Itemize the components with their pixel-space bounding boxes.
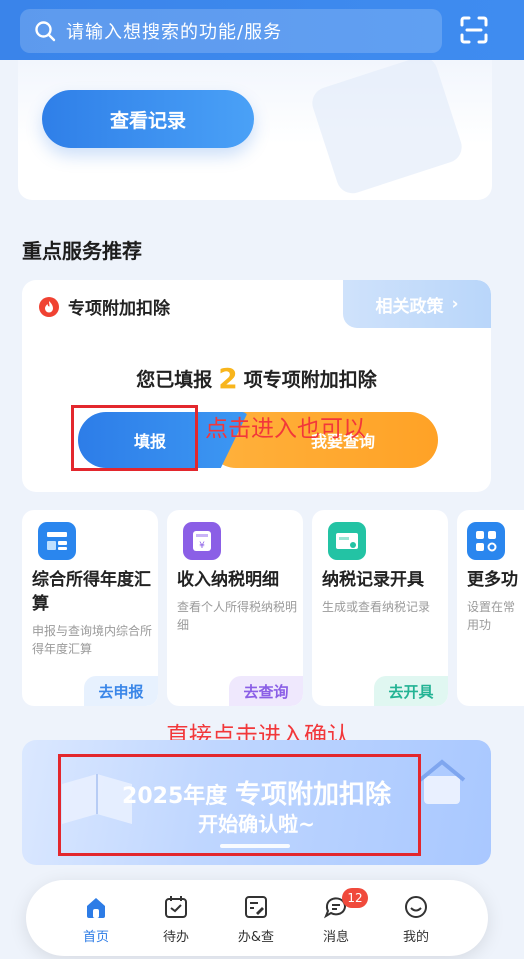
- nav-mine[interactable]: 我的: [386, 888, 446, 948]
- document-yen-icon: ¥: [183, 522, 221, 560]
- card-title: 专项附加扣除: [68, 299, 170, 319]
- service-card-income[interactable]: ¥ 收入纳税明细 查看个人所得税纳税明细 去查询: [167, 510, 303, 706]
- edit-doc-icon: [245, 896, 267, 918]
- service-action-button[interactable]: 去查询: [229, 676, 303, 706]
- bottom-navigation: 首页 待办 办&查 12 消息 我的: [26, 880, 488, 956]
- service-card-annual[interactable]: 综合所得年度汇算 申报与查询境内综合所得年度汇算 去申报: [22, 510, 158, 706]
- annotation-box-fill: [71, 405, 198, 471]
- home-icon: [87, 898, 105, 918]
- smile-icon: [405, 896, 427, 918]
- service-name: 综合所得年度汇算: [32, 570, 151, 614]
- section-title: 重点服务推荐: [22, 239, 142, 263]
- service-card-more[interactable]: 更多功 设置在常用功: [457, 510, 524, 706]
- view-records-button[interactable]: 查看记录: [42, 90, 254, 148]
- search-input[interactable]: 请输入想搜索的功能/服务: [66, 18, 282, 44]
- annotation-box-banner: [58, 754, 421, 856]
- related-policy-label: 相关政策: [375, 296, 444, 317]
- filled-count: 2: [218, 362, 238, 395]
- nav-handle-query[interactable]: 办&查: [226, 888, 286, 948]
- scan-icon[interactable]: [458, 14, 490, 46]
- service-action-button[interactable]: 去开具: [374, 676, 448, 706]
- service-card-record[interactable]: 纳税记录开具 生成或查看纳税记录 去开具: [312, 510, 448, 706]
- nav-messages[interactable]: 12 消息: [306, 888, 368, 948]
- calculator-icon: [38, 522, 76, 560]
- service-name: 收入纳税明细: [177, 570, 279, 590]
- service-desc: 生成或查看纳税记录: [322, 600, 431, 614]
- svg-text:¥: ¥: [199, 541, 205, 551]
- certificate-icon: [328, 522, 366, 560]
- related-policy-button[interactable]: 相关政策 ›: [343, 280, 491, 328]
- service-desc: 查看个人所得税纳税明细: [177, 600, 298, 632]
- annotation-note-1: 点击进入也可以: [205, 416, 366, 442]
- flame-icon: [39, 296, 59, 317]
- chevron-right-icon: ›: [451, 294, 459, 314]
- service-name: 更多功: [467, 570, 518, 590]
- calendar-check-icon: [165, 896, 187, 918]
- grid-search-icon: [467, 522, 505, 560]
- nav-home[interactable]: 首页: [66, 888, 126, 948]
- filled-status: 您已填报 2 项专项附加扣除: [136, 362, 377, 395]
- decorative-shape: [308, 60, 466, 198]
- history-card: 查看记录: [18, 60, 492, 200]
- nav-todo[interactable]: 待办: [146, 888, 206, 948]
- search-bar[interactable]: 请输入想搜索的功能/服务: [20, 9, 442, 53]
- service-name: 纳税记录开具: [322, 570, 424, 590]
- service-action-button[interactable]: 去申报: [84, 676, 158, 706]
- top-header: 请输入想搜索的功能/服务: [0, 0, 524, 60]
- service-desc: 设置在常用功: [467, 600, 516, 632]
- service-desc: 申报与查询境内综合所得年度汇算: [32, 624, 153, 656]
- message-count-badge: 12: [342, 888, 368, 908]
- search-icon: [35, 21, 56, 42]
